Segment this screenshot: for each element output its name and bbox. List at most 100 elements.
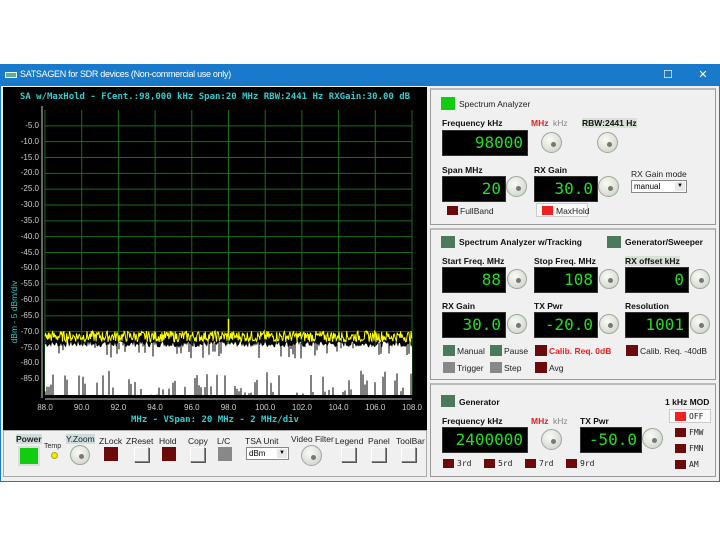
control-bar: Power Temp Y.Zoom ZLock ZReset Hold Copy… (3, 430, 427, 477)
calib-40db-label: Calib. Req. -40dB (640, 346, 708, 356)
toolbar-button[interactable] (401, 447, 416, 462)
span-knob[interactable] (506, 176, 527, 197)
sa-enable-toggle[interactable] (441, 97, 455, 110)
mod-am-toggle[interactable] (675, 460, 686, 469)
trigger-label: Trigger (457, 363, 484, 373)
yzoom-knob[interactable] (70, 445, 90, 465)
sa-title: Spectrum Analyzer (459, 99, 531, 109)
tsa-unit-value: dBm (249, 449, 266, 458)
calib-0db-toggle[interactable] (535, 345, 547, 356)
harmonic-label: 9rd (580, 459, 595, 468)
resolution-display[interactable]: 1001 (625, 312, 689, 338)
video-filter-knob[interactable] (301, 445, 322, 466)
gen-freq-display[interactable]: 2400000 (442, 427, 528, 453)
mhz-unit-toggle[interactable]: MHz (531, 118, 548, 128)
live-trace (45, 341, 412, 395)
legend-button[interactable] (341, 447, 356, 462)
mod-label: FMW (689, 428, 704, 437)
harmonic-5rd-toggle[interactable] (484, 459, 495, 468)
harmonic-7rd-toggle[interactable] (525, 459, 536, 468)
rbw-knob[interactable] (597, 132, 618, 153)
gen-txpwr-knob[interactable] (642, 428, 663, 449)
maxhold-label: MaxHold (556, 206, 590, 216)
stop-freq-display[interactable]: 108 (534, 267, 598, 293)
span-label: Span MHz (442, 165, 483, 175)
harmonic-label: 3rd (457, 459, 472, 468)
start-freq-knob[interactable] (507, 269, 527, 289)
sa-freq-knob[interactable] (541, 132, 562, 153)
tr-rxgain-label: RX Gain (442, 301, 476, 311)
fullband-toggle[interactable] (447, 206, 458, 215)
harmonic-9rd-toggle[interactable] (566, 459, 577, 468)
pause-toggle[interactable] (490, 345, 502, 356)
spectrum-analyzer-group: Spectrum Analyzer Frequency kHz MHz kHz … (430, 88, 716, 225)
lc-toggle[interactable] (218, 447, 232, 461)
rxgain-mode-value: manual (634, 182, 661, 191)
avg-toggle[interactable] (535, 362, 547, 373)
tr-txpwr-display[interactable]: -20.0 (534, 312, 598, 338)
zreset-label: ZReset (126, 436, 154, 446)
tsa-unit-label: TSA Unit (245, 436, 279, 446)
generator-enable-toggle[interactable] (441, 395, 455, 407)
sa-rxgain-display[interactable]: 30.0 (534, 176, 598, 202)
x-axis-label: MHz - VSpan: 20 MHz - 2 MHz/div (131, 415, 299, 425)
panel-button[interactable] (371, 447, 386, 462)
close-button[interactable]: ✕ (695, 68, 711, 81)
rx-offset-knob[interactable] (690, 269, 710, 289)
generator-sweeper-toggle[interactable] (607, 236, 621, 248)
step-label: Step (504, 363, 522, 373)
calib-40db-toggle[interactable] (626, 345, 638, 356)
calib-0db-label: Calib. Req. 0dB (549, 346, 612, 356)
gen-khz-toggle[interactable]: kHz (553, 416, 568, 426)
rx-offset-display[interactable]: 0 (625, 267, 689, 293)
tracking-title: Spectrum Analyzer w/Tracking (459, 237, 582, 247)
harmonic-label: 5rd (498, 459, 513, 468)
gen-mhz-toggle[interactable]: MHz (531, 416, 548, 426)
sa-freq-display[interactable]: 98000 (442, 130, 528, 156)
manual-toggle[interactable] (443, 345, 455, 356)
hold-toggle[interactable] (162, 447, 176, 461)
harmonic-3rd-toggle[interactable] (443, 459, 454, 468)
spectrum-chart (41, 106, 413, 400)
gen-txpwr-label: TX Pwr (580, 416, 609, 426)
gen-freq-knob[interactable] (541, 429, 562, 450)
resolution-knob[interactable] (690, 314, 710, 334)
mod-fmn-toggle[interactable] (675, 444, 686, 453)
mod-title: 1 kHz MOD (665, 397, 710, 407)
span-display[interactable]: 20 (442, 176, 506, 202)
resolution-label: Resolution (625, 301, 669, 311)
maximize-button[interactable]: ☐ (660, 68, 676, 81)
toolbar-label: ToolBar (396, 436, 425, 446)
zlock-toggle[interactable] (104, 447, 118, 461)
maxhold-toggle[interactable]: MaxHold (536, 203, 590, 217)
mod-fmw-toggle[interactable] (675, 428, 686, 437)
sa-freq-label: Frequency kHz (442, 118, 503, 128)
tr-rxgain-knob[interactable] (507, 314, 527, 334)
sa-rxgain-knob[interactable] (598, 176, 619, 197)
step-toggle[interactable] (490, 362, 502, 373)
rx-offset-label: RX offset kHz (625, 256, 680, 266)
power-button[interactable] (18, 446, 40, 466)
trigger-toggle[interactable] (443, 362, 455, 373)
tr-rxgain-display[interactable]: 30.0 (442, 312, 506, 338)
panel-label: Panel (368, 436, 390, 446)
tsa-unit-select[interactable]: dBm ▼ (246, 447, 289, 460)
tracking-enable-toggle[interactable] (441, 236, 455, 248)
rxgain-mode-select[interactable]: manual ▼ (631, 180, 687, 193)
pause-label: Pause (504, 346, 529, 356)
fullband-label: FullBand (460, 206, 494, 216)
zreset-button[interactable] (134, 447, 149, 462)
start-freq-display[interactable]: 88 (442, 267, 506, 293)
gen-txpwr-display[interactable]: -50.0 (580, 427, 642, 453)
stop-freq-knob[interactable] (599, 269, 619, 289)
title-bar: SATSAGEN for SDR devices (Non-commercial… (0, 64, 720, 86)
copy-button[interactable] (190, 447, 205, 462)
power-label: Power (16, 434, 42, 444)
mod-off-toggle[interactable] (675, 412, 686, 421)
tr-txpwr-knob[interactable] (599, 314, 619, 334)
chevron-down-icon: ▼ (277, 449, 287, 458)
spectrum-plot[interactable]: SA w/MaxHold - FCent.:98,000 kHz Span:20… (3, 87, 427, 430)
mod-label: OFF (689, 412, 704, 421)
mod-label: FMN (689, 444, 704, 453)
khz-unit-toggle[interactable]: kHz (553, 118, 568, 128)
